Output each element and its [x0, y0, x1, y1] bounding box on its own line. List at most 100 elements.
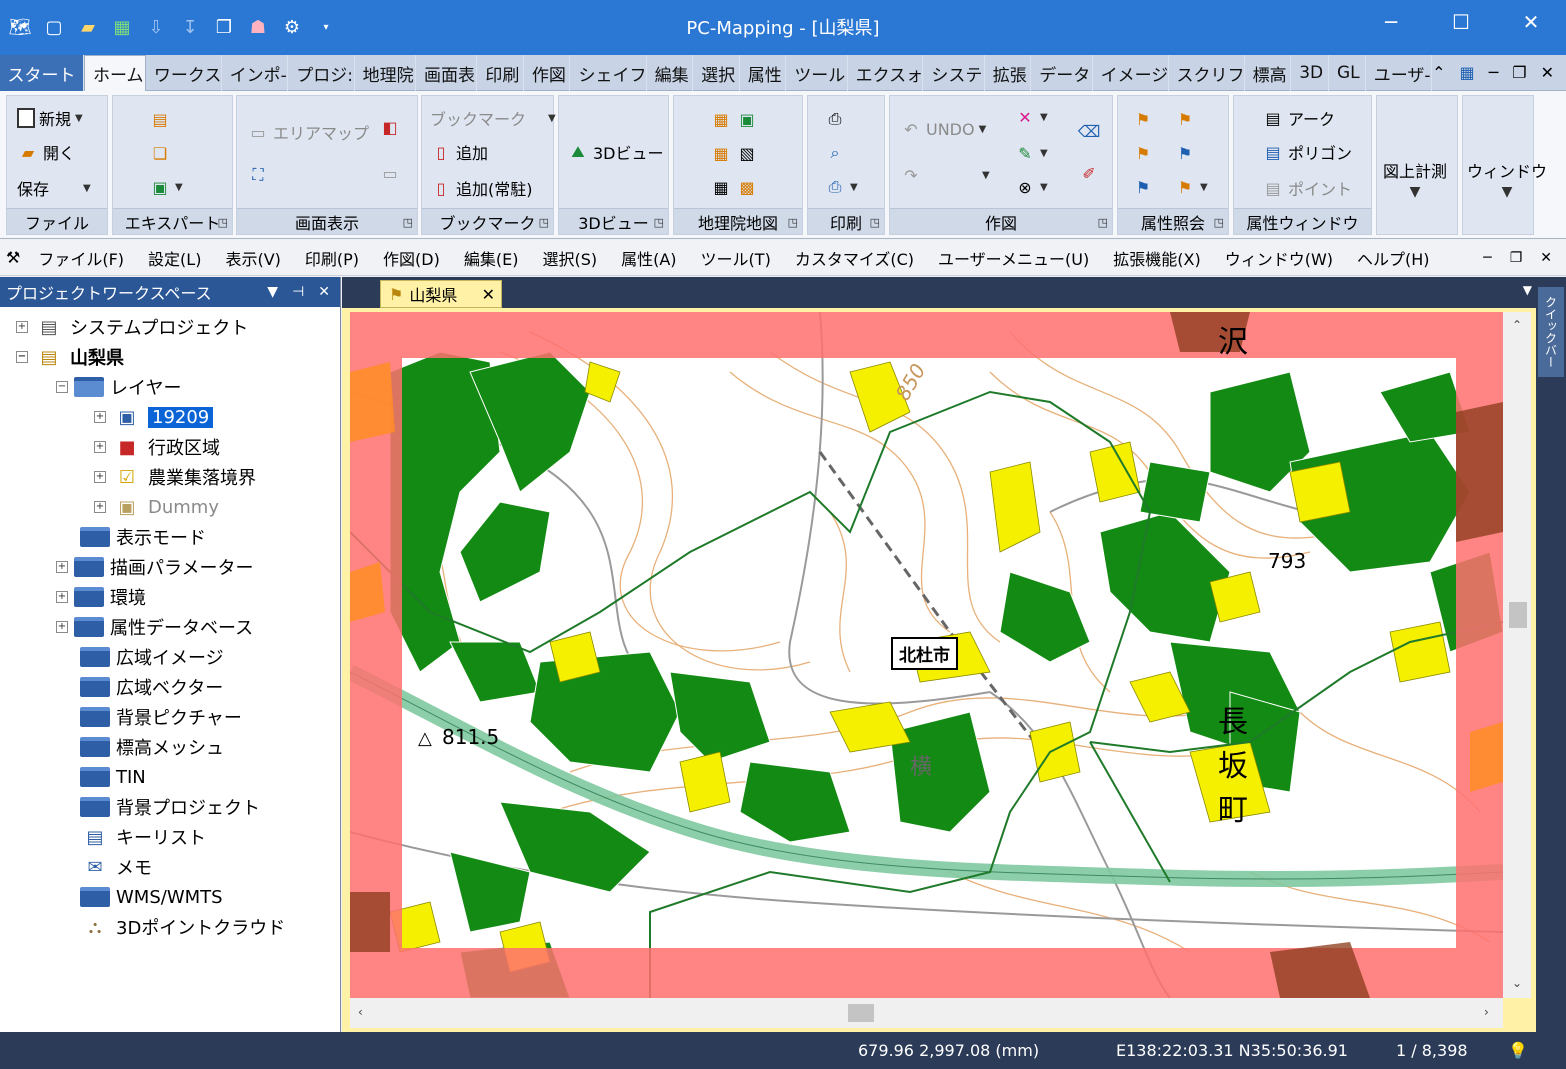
menu-restore-icon[interactable]: ❐ [1510, 250, 1523, 266]
ribbon-tab[interactable]: スクリフ [1169, 55, 1245, 91]
tree-node-project[interactable]: − ▤ 山梨県 [16, 343, 124, 371]
ribbon-tab[interactable]: ユーザ- [1366, 55, 1433, 91]
arc-attr-button[interactable]: ▤ アーク [1262, 106, 1335, 130]
menu-item[interactable]: 印刷(P) [293, 246, 371, 270]
tree-node-wms[interactable]: WMS/WMTS [80, 883, 223, 911]
gsi-grid-button[interactable]: ▦ ▣ [710, 108, 758, 130]
collapse-ribbon-icon[interactable]: ⌃ [1432, 63, 1445, 82]
tree-node-bg-project[interactable]: 背景プロジェクト [80, 793, 260, 821]
mdi-restore-icon[interactable]: ❐ [1512, 63, 1526, 82]
panel-pin-icon[interactable]: ⊣ [292, 284, 304, 300]
scroll-left-icon[interactable]: ‹ [358, 1005, 363, 1019]
menu-item[interactable]: カスタマイズ(C) [783, 246, 926, 270]
horizontal-scrollbar[interactable]: ‹ › [350, 998, 1503, 1028]
minimize-button[interactable]: ─ [1356, 0, 1426, 44]
menu-item[interactable]: 表示(V) [213, 246, 292, 270]
horizontal-scroll-thumb[interactable] [848, 1004, 874, 1022]
menu-minimize-icon[interactable]: ─ [1483, 250, 1491, 266]
tree-node-memo[interactable]: ✉ メモ [80, 853, 152, 881]
open-button[interactable]: ▰ 開く [17, 140, 75, 164]
redo-button[interactable]: ↷ ▼ [900, 164, 989, 186]
print-map-button[interactable]: ⎙ [824, 108, 846, 130]
measure-button[interactable]: 図上計測 ▼ [1383, 158, 1447, 200]
maximize-button[interactable]: ☐ [1426, 0, 1496, 44]
expand-icon[interactable]: + [94, 501, 106, 513]
panel-close-icon[interactable]: ✕ [318, 284, 330, 300]
printer-button[interactable]: ⎙ ▼ [824, 176, 858, 198]
map-canvas[interactable]: 850 793 811.5 沢 長 坂 町 横 △ 北杜市 [350, 312, 1503, 998]
ribbon-tab[interactable]: 3D [1291, 55, 1329, 91]
print-preview-button[interactable]: ⌕ [824, 142, 846, 164]
ribbon-tab[interactable]: システ [923, 55, 985, 91]
tree-node-layer-farm[interactable]: + ☑ 農業集落境界 [94, 463, 256, 491]
menu-item[interactable]: ウィンドウ(W) [1213, 246, 1345, 270]
tree-node-attr-db[interactable]: + 属性データベース [56, 613, 253, 641]
lightbulb-icon[interactable]: 💡 [1508, 1041, 1528, 1060]
menu-item[interactable]: 拡張機能(X) [1101, 246, 1212, 270]
scroll-up-icon[interactable]: ⌃ [1512, 318, 1522, 332]
expand-icon[interactable]: + [16, 321, 28, 333]
expand-icon[interactable]: + [94, 471, 106, 483]
fit-screen-button[interactable]: ⛶ [247, 164, 269, 186]
dialog-launcher-icon[interactable]: ◳ [1214, 216, 1224, 229]
tree-node-wide-image[interactable]: 広域イメージ [80, 643, 224, 671]
ribbon-tab[interactable]: イメージ [1093, 55, 1169, 91]
tab-list-dropdown-icon[interactable]: ▼ [1523, 283, 1532, 297]
bookmark-add-button[interactable]: ▯ 追加 [430, 140, 488, 164]
dialog-launcher-icon[interactable]: ◳ [788, 216, 798, 229]
eraser-button[interactable]: ⌫ [1078, 120, 1101, 142]
menu-item[interactable]: 編集(E) [452, 246, 531, 270]
ribbon-tab[interactable]: 作図 [524, 55, 571, 91]
menu-item[interactable]: 設定(L) [136, 246, 213, 270]
quick-bar-tab[interactable]: クイックバー [1538, 287, 1564, 377]
dialog-launcher-icon[interactable]: ◳ [654, 216, 664, 229]
screen-next-button[interactable]: ▭ [379, 162, 401, 184]
expert-layers-button[interactable]: ❏ [149, 142, 171, 164]
menu-item[interactable]: ヘルプ(H) [1345, 246, 1442, 270]
ribbon-tab[interactable]: 編集 [647, 55, 694, 91]
tree-node-bg-picture[interactable]: 背景ピクチャー [80, 703, 242, 731]
menu-item[interactable]: 属性(A) [609, 246, 688, 270]
bookmark-dropdown[interactable]: ブックマーク ▼ [430, 106, 556, 130]
ribbon-tab[interactable]: 画面表 [416, 55, 478, 91]
collapse-icon[interactable]: − [16, 351, 28, 363]
close-button[interactable]: ✕ [1496, 0, 1566, 44]
expand-icon[interactable]: + [56, 561, 68, 573]
ribbon-tab[interactable]: 地理院 [355, 55, 416, 91]
ribbon-tab[interactable]: ワークス [146, 55, 222, 91]
tree-node-point-cloud[interactable]: ⛬ 3Dポイントクラウド [80, 913, 286, 941]
dialog-launcher-icon[interactable]: ◳ [218, 216, 228, 229]
area-map-button[interactable]: ▭ エリアマップ [247, 120, 369, 144]
ribbon-tab[interactable]: 属性 [740, 55, 787, 91]
save-button[interactable]: 保存 ▼ [17, 176, 91, 200]
tree-node-system-project[interactable]: + ▤ システムプロジェクト [16, 313, 248, 341]
scroll-right-icon[interactable]: › [1484, 1005, 1489, 1019]
ribbon-tab[interactable]: データ [1031, 55, 1093, 91]
screen-nav-button[interactable]: ◧ [379, 116, 401, 138]
point-attr-button[interactable]: ▤ ポイント [1262, 176, 1352, 200]
dialog-launcher-icon[interactable]: ◳ [1098, 216, 1108, 229]
draw-point-button[interactable]: ⊗ ▼ [1014, 176, 1047, 198]
tree-node-layer-19209[interactable]: + ▣ 19209 [94, 403, 214, 431]
tree-node-tin[interactable]: TIN [80, 763, 146, 791]
window-button[interactable]: ウィンドウ ▼ [1467, 158, 1547, 200]
scroll-down-icon[interactable]: ⌄ [1512, 976, 1522, 990]
expand-icon[interactable]: + [94, 441, 106, 453]
tree-node-layer-dummy[interactable]: + ▣ Dummy [94, 493, 219, 521]
gsi-grid2-button[interactable]: ▦ ▧ [710, 142, 758, 164]
attr-query-3-button[interactable]: ⚑ ⚑ ▼ [1132, 176, 1208, 198]
dialog-launcher-icon[interactable]: ◳ [403, 216, 413, 229]
menu-item[interactable]: ユーザーメニュー(U) [926, 246, 1101, 270]
menu-close-icon[interactable]: ✕ [1540, 250, 1552, 266]
expert-monitor-button[interactable]: ▣ ▼ [149, 176, 182, 198]
bookmark-add-fixed-button[interactable]: ▯ 追加(常駐) [430, 176, 533, 200]
ribbon-tab[interactable]: シェイフ [570, 55, 647, 91]
tree-node-environment[interactable]: + 環境 [56, 583, 146, 611]
tree-node-layer-admin[interactable]: + ■ 行政区域 [94, 433, 220, 461]
ribbon-tab[interactable]: プロジ: [288, 55, 355, 91]
mdi-close-icon[interactable]: ✕ [1541, 63, 1554, 82]
menu-item[interactable]: 選択(S) [530, 246, 609, 270]
vertical-scroll-thumb[interactable] [1509, 602, 1527, 628]
attr-query-2-button[interactable]: ⚑ ⚑ [1132, 142, 1196, 164]
ribbon-tab[interactable]: 拡張 [985, 55, 1032, 91]
